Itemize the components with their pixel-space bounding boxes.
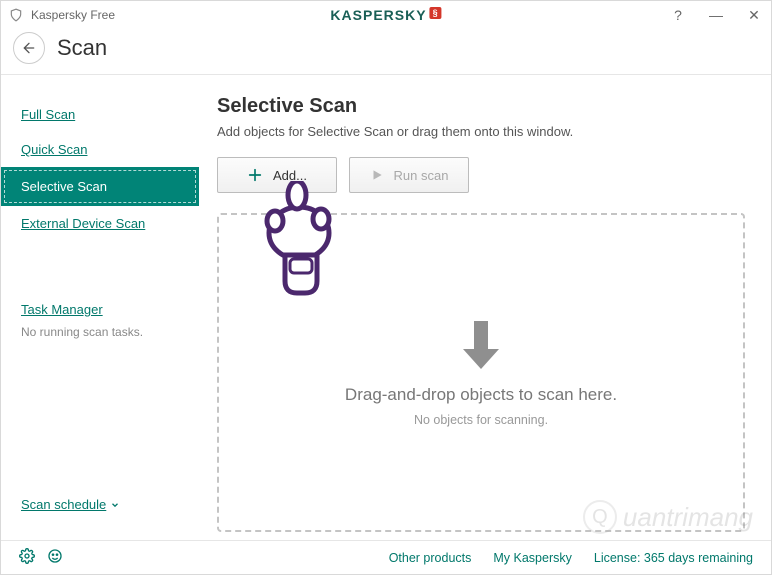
footer-links: Other products My Kaspersky License: 365… (389, 551, 753, 565)
sidebar-secondary: Task Manager No running scan tasks. (1, 301, 199, 339)
main-heading: Selective Scan (217, 95, 745, 118)
back-button[interactable] (13, 32, 45, 64)
settings-gear-icon[interactable] (19, 548, 35, 567)
run-scan-button[interactable]: Run scan (349, 157, 469, 193)
brand-logo: KASPERSKY § (330, 7, 441, 23)
dropzone-title: Drag-and-drop objects to scan here. (345, 385, 617, 405)
task-manager-link[interactable]: Task Manager (21, 302, 103, 317)
minimize-button[interactable]: — (707, 7, 725, 23)
run-scan-label: Run scan (394, 168, 449, 183)
titlebar: Kaspersky Free KASPERSKY § ? — ✕ (1, 1, 771, 29)
app-window: Kaspersky Free KASPERSKY § ? — ✕ Scan Ful… (0, 0, 772, 575)
my-kaspersky-link[interactable]: My Kaspersky (493, 551, 572, 565)
dropzone[interactable]: Drag-and-drop objects to scan here. No o… (217, 213, 745, 532)
sidebar-item-quick-scan[interactable]: Quick Scan (1, 132, 199, 167)
window-controls: ? — ✕ (669, 7, 763, 24)
sidebar-bottom: Scan schedule (1, 496, 199, 528)
close-button[interactable]: ✕ (745, 7, 763, 24)
chevron-down-icon (110, 500, 120, 510)
help-button[interactable]: ? (669, 7, 687, 23)
page-title: Scan (57, 35, 107, 61)
page-header: Scan (1, 29, 771, 75)
plus-icon (247, 167, 263, 183)
sidebar-item-full-scan[interactable]: Full Scan (1, 97, 199, 132)
brand-suffix: § (430, 7, 442, 19)
main-description: Add objects for Selective Scan or drag t… (217, 124, 745, 139)
license-link[interactable]: License: 365 days remaining (594, 551, 753, 565)
support-face-icon[interactable] (47, 548, 63, 567)
play-icon (370, 168, 384, 182)
sidebar-item-external-device-scan[interactable]: External Device Scan (1, 206, 199, 241)
other-products-link[interactable]: Other products (389, 551, 472, 565)
body: Full Scan Quick Scan Selective Scan Exte… (1, 75, 771, 540)
arrow-left-icon (21, 40, 37, 56)
dropzone-subtitle: No objects for scanning. (414, 413, 548, 427)
brand-text: KASPERSKY (330, 7, 426, 23)
sidebar-item-selective-scan[interactable]: Selective Scan (1, 167, 199, 206)
app-shield-icon (9, 8, 23, 22)
scan-schedule-label: Scan schedule (21, 497, 106, 512)
main-panel: Selective Scan Add objects for Selective… (199, 75, 771, 540)
app-name: Kaspersky Free (31, 8, 115, 22)
add-button-label: Add... (273, 168, 307, 183)
footer: Other products My Kaspersky License: 365… (1, 540, 771, 574)
sidebar-nav: Full Scan Quick Scan Selective Scan Exte… (1, 97, 199, 241)
sidebar: Full Scan Quick Scan Selective Scan Exte… (1, 75, 199, 540)
scan-schedule-link[interactable]: Scan schedule (21, 497, 120, 512)
add-button[interactable]: Add... (217, 157, 337, 193)
button-row: Add... Run scan (217, 157, 745, 193)
task-manager-status: No running scan tasks. (21, 325, 179, 339)
arrow-down-icon (459, 319, 503, 371)
